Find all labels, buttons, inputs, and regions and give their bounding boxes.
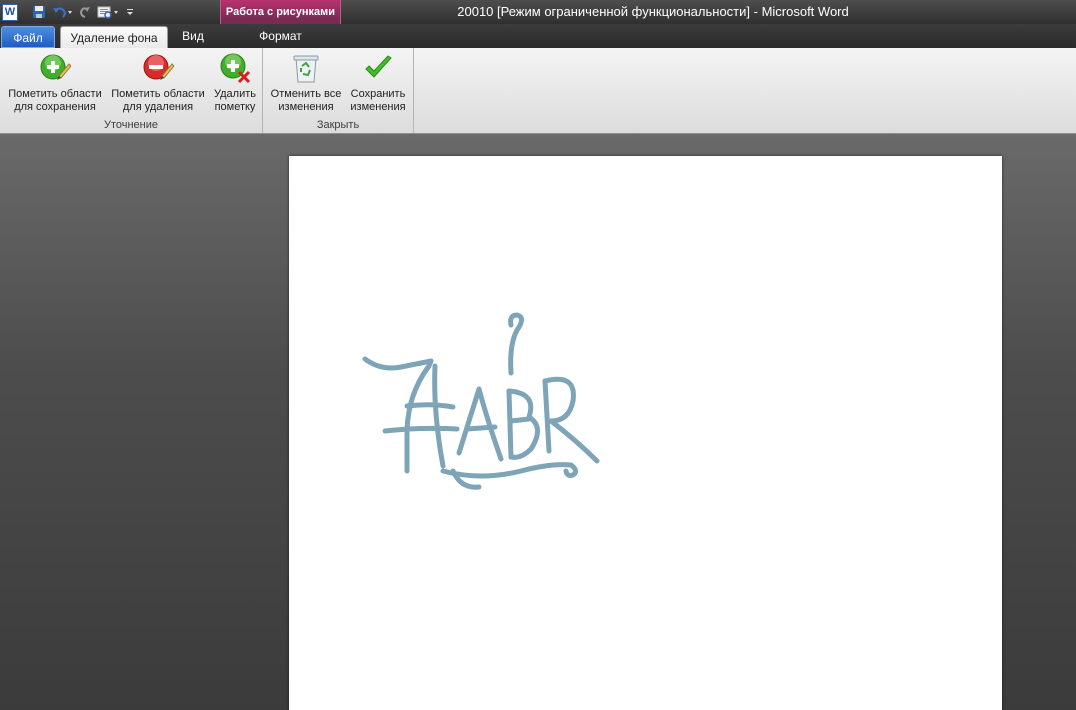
window-title: 20010 [Режим ограниченной функциональнос… [457,4,849,19]
tab-file[interactable]: Файл [1,26,55,48]
keep-label-2: изменения [350,101,406,113]
mark-keep-label-1: Пометить области [8,88,102,100]
group-label-close: Закрыть [316,119,360,131]
ribbon-group-refine: Пометить области для сохранения Пометить… [0,48,263,133]
discard-label-1: Отменить все [270,88,342,100]
discard-all-changes-button[interactable]: Отменить все изменения [268,50,344,116]
mark-areas-to-keep-button[interactable]: Пометить области для сохранения [4,50,106,116]
checkmark-icon [362,52,394,84]
tab-format[interactable]: Формат [220,24,341,48]
title-bar: W 20010 [Режим ограниченной функциональн… [0,0,1076,24]
group-label-refine: Уточнение [103,119,159,131]
mark-remove-icon [142,52,175,84]
recycle-bin-icon [290,52,322,84]
delete-mark-label-1: Удалить [214,88,256,100]
ribbon-group-close: Отменить все изменения Сохранить изменен… [263,48,414,133]
habr-logo-drawing [362,312,600,490]
delete-mark-icon [219,52,251,84]
delete-mark-label-2: пометку [214,101,256,113]
discard-label-2: изменения [278,101,334,113]
mark-areas-to-remove-button[interactable]: Пометить области для удаления [108,50,208,116]
delete-mark-button[interactable]: Удалить пометку [210,50,260,116]
mark-keep-label-2: для сохранения [14,101,96,113]
document-area [0,134,1076,710]
document-page[interactable] [289,156,1002,710]
context-group-title: Работа с рисунками [225,6,336,18]
mark-remove-label-1: Пометить области [111,88,205,100]
ribbon-tabs: Файл Удаление фона Вид Формат [0,24,1076,48]
keep-label-1: Сохранить [350,88,406,100]
mark-keep-icon [39,52,72,84]
habr-logo-picture[interactable] [361,311,606,496]
ribbon: Пометить области для сохранения Пометить… [0,48,1076,134]
mark-remove-label-2: для удаления [122,101,194,113]
tab-background-removal[interactable]: Удаление фона [60,26,168,48]
keep-changes-button[interactable]: Сохранить изменения [346,50,410,116]
tab-view[interactable]: Вид [172,24,214,48]
